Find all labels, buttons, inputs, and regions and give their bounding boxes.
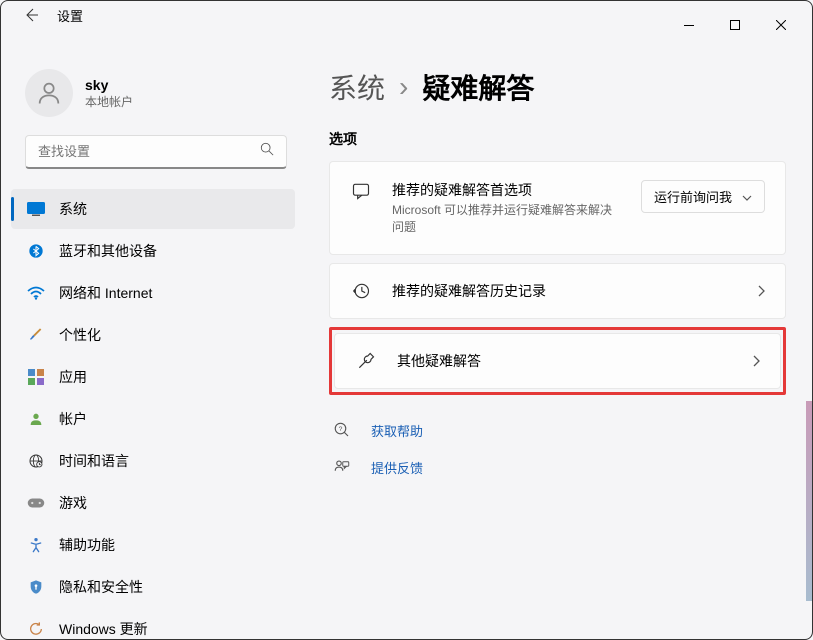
sidebar-item-label: 时间和语言 — [59, 451, 129, 471]
feedback-label: 提供反馈 — [371, 458, 423, 477]
search-icon — [260, 142, 274, 161]
system-icon — [27, 200, 45, 218]
breadcrumb: 系统 › 疑难解答 — [329, 67, 786, 107]
sidebar-item-label: 蓝牙和其他设备 — [59, 241, 157, 261]
chevron-down-icon — [742, 189, 752, 204]
sidebar-item-wifi[interactable]: 网络和 Internet — [11, 273, 295, 313]
sidebar: sky 本地帐户 系统蓝牙和其他设备网络和 Internet 个性化应用帐户时间和… — [1, 49, 301, 639]
sidebar-item-label: 应用 — [59, 367, 87, 387]
card-subtitle: Microsoft 可以推荐并运行疑难解答来解决问题 — [392, 202, 621, 236]
back-button[interactable] — [21, 5, 41, 25]
sidebar-item-brush[interactable]: 个性化 — [11, 315, 295, 355]
card-other[interactable]: 其他疑难解答 — [334, 333, 781, 389]
card-history[interactable]: 推荐的疑难解答历史记录 — [329, 263, 786, 319]
help-link[interactable]: ? 获取帮助 — [329, 415, 786, 446]
profile-subtitle: 本地帐户 — [85, 93, 133, 110]
highlighted-card: 其他疑难解答 — [329, 327, 786, 395]
sidebar-item-label: 系统 — [59, 199, 87, 219]
app-title: 设置 — [57, 6, 83, 25]
sidebar-item-label: 帐户 — [59, 409, 87, 429]
sidebar-item-gamepad[interactable]: 游戏 — [11, 483, 295, 523]
search-input[interactable] — [38, 144, 260, 159]
wrench-icon — [355, 350, 377, 372]
card-recommended[interactable]: 推荐的疑难解答首选项 Microsoft 可以推荐并运行疑难解答来解决问题 运行… — [329, 161, 786, 255]
accessibility-icon — [27, 536, 45, 554]
sidebar-item-label: 隐私和安全性 — [59, 577, 143, 597]
search-box[interactable] — [25, 135, 287, 169]
maximize-button[interactable] — [712, 9, 758, 41]
sidebar-item-label: 个性化 — [59, 325, 101, 345]
breadcrumb-current: 疑难解答 — [422, 67, 534, 107]
apps-icon — [27, 368, 45, 386]
sidebar-item-person[interactable]: 帐户 — [11, 399, 295, 439]
help-icon: ? — [333, 421, 351, 439]
sidebar-item-label: 游戏 — [59, 493, 87, 513]
feedback-icon — [333, 458, 351, 476]
sidebar-item-label: Windows 更新 — [59, 619, 148, 639]
shield-icon — [27, 578, 45, 596]
sidebar-item-label: 辅助功能 — [59, 535, 115, 555]
history-icon — [350, 280, 372, 302]
wifi-icon — [27, 284, 45, 302]
dropdown-preference[interactable]: 运行前询问我 — [641, 180, 765, 213]
breadcrumb-parent[interactable]: 系统 — [329, 67, 385, 107]
gamepad-icon — [27, 494, 45, 512]
sidebar-item-system[interactable]: 系统 — [11, 189, 295, 229]
profile-name: sky — [85, 77, 133, 93]
content: 系统 › 疑难解答 选项 推荐的疑难解答首选项 Microsoft 可以推荐并运… — [301, 49, 812, 639]
svg-text:?: ? — [339, 426, 343, 433]
sidebar-item-bluetooth[interactable]: 蓝牙和其他设备 — [11, 231, 295, 271]
chat-icon — [350, 180, 372, 202]
update-icon — [27, 620, 45, 638]
card-title: 其他疑难解答 — [397, 351, 733, 371]
close-button[interactable] — [758, 9, 804, 41]
sidebar-item-label: 网络和 Internet — [59, 283, 152, 303]
avatar — [25, 69, 73, 117]
feedback-link[interactable]: 提供反馈 — [329, 452, 786, 483]
titlebar — [1, 1, 812, 49]
help-label: 获取帮助 — [371, 421, 423, 440]
sidebar-item-globe[interactable]: 时间和语言 — [11, 441, 295, 481]
person-icon — [27, 410, 45, 428]
chevron-right-icon: › — [399, 71, 408, 103]
bluetooth-icon — [27, 242, 45, 260]
decorative-edge — [806, 401, 812, 601]
sidebar-item-shield[interactable]: 隐私和安全性 — [11, 567, 295, 607]
card-title: 推荐的疑难解答首选项 — [392, 180, 621, 200]
brush-icon — [27, 326, 45, 344]
profile[interactable]: sky 本地帐户 — [11, 61, 301, 135]
chevron-right-icon — [753, 355, 760, 367]
chevron-right-icon — [758, 285, 765, 297]
minimize-button[interactable] — [666, 9, 712, 41]
sidebar-item-apps[interactable]: 应用 — [11, 357, 295, 397]
sidebar-item-accessibility[interactable]: 辅助功能 — [11, 525, 295, 565]
sidebar-item-update[interactable]: Windows 更新 — [11, 609, 295, 639]
card-title: 推荐的疑难解答历史记录 — [392, 281, 738, 301]
globe-icon — [27, 452, 45, 470]
section-label: 选项 — [329, 129, 786, 149]
